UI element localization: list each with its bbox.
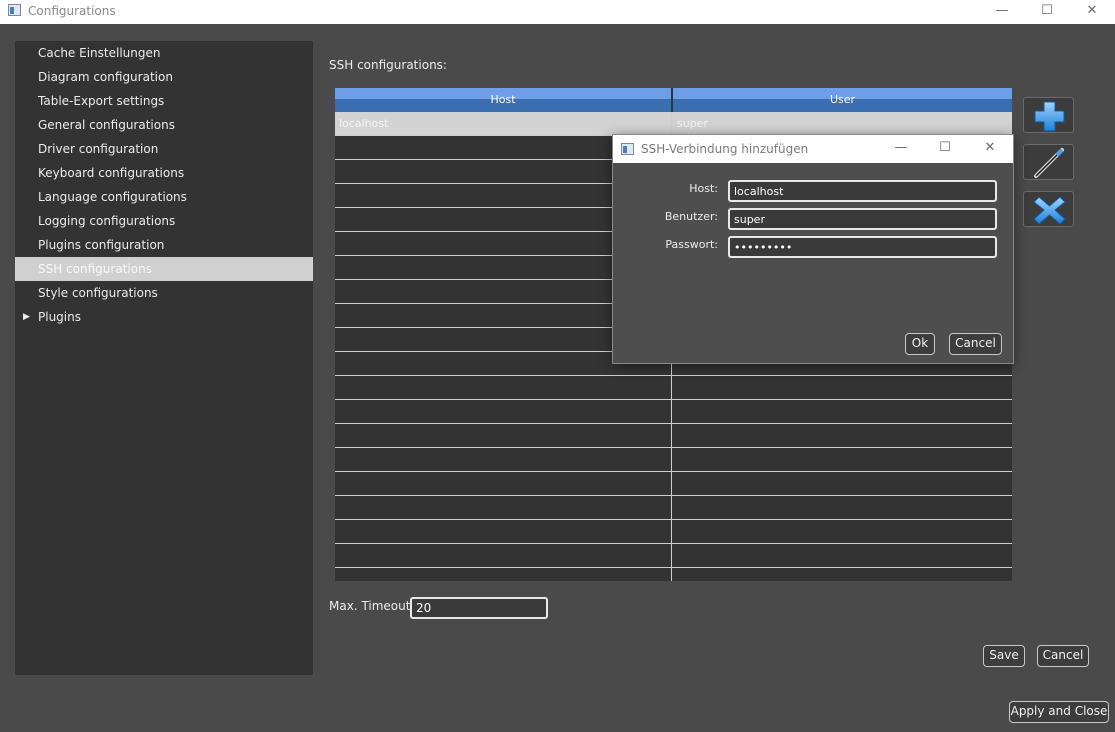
ok-button[interactable]: Ok xyxy=(905,333,935,355)
maximize-button[interactable]: ☐ xyxy=(1027,0,1067,24)
sidebar-item-label: Plugins configuration xyxy=(38,238,165,252)
window-titlebar: Configurations — ☐ ✕ xyxy=(0,0,1115,24)
sidebar-item-language[interactable]: Language configurations xyxy=(15,185,313,209)
close-window-button[interactable]: ✕ xyxy=(1072,0,1112,24)
dialog-titlebar: SSH-Verbindung hinzufügen — ☐ ✕ xyxy=(613,135,1013,163)
sidebar-item-label: Language configurations xyxy=(38,190,187,204)
table-row[interactable]: localhost super xyxy=(335,112,1012,136)
cancel-button[interactable]: Cancel xyxy=(1037,645,1089,667)
column-header-host[interactable]: Host xyxy=(335,88,671,112)
timeout-label: Max. Timeout: xyxy=(329,599,415,613)
sidebar-item-label: Style configurations xyxy=(38,286,158,300)
sidebar-item-label: General configurations xyxy=(38,118,175,132)
sidebar-item-driver[interactable]: Driver configuration xyxy=(15,137,313,161)
sidebar: Cache Einstellungen Diagram configuratio… xyxy=(15,41,313,675)
sidebar-item-plugins-config[interactable]: Plugins configuration xyxy=(15,233,313,257)
sidebar-item-general[interactable]: General configurations xyxy=(15,113,313,137)
edit-button[interactable] xyxy=(1023,144,1074,180)
sidebar-item-label: Keyboard configurations xyxy=(38,166,185,180)
plus-icon xyxy=(1034,101,1065,132)
pencil-icon xyxy=(1034,148,1064,178)
host-label: Host: xyxy=(689,182,718,195)
sidebar-item-label: Logging configurations xyxy=(38,214,176,228)
sidebar-item-cache[interactable]: Cache Einstellungen xyxy=(15,41,313,65)
sidebar-item-keyboard[interactable]: Keyboard configurations xyxy=(15,161,313,185)
column-header-user[interactable]: User xyxy=(673,88,1012,112)
table-row[interactable] xyxy=(335,376,1012,400)
dialog-minimize-button[interactable]: — xyxy=(881,135,921,163)
table-row[interactable] xyxy=(335,400,1012,424)
sidebar-item-label: Driver configuration xyxy=(38,142,159,156)
sidebar-item-label: SSH configurations xyxy=(38,262,152,276)
dialog-title: SSH-Verbindung hinzufügen xyxy=(641,142,809,156)
section-label: SSH configurations: xyxy=(329,58,447,72)
expand-arrow-icon[interactable]: ▶ xyxy=(23,305,30,329)
sidebar-item-logging[interactable]: Logging configurations xyxy=(15,209,313,233)
dialog-maximize-button[interactable]: ☐ xyxy=(925,135,965,163)
minimize-button[interactable]: — xyxy=(982,0,1022,24)
password-label: Passwort: xyxy=(665,238,718,251)
window-title: Configurations xyxy=(28,4,116,18)
user-input[interactable] xyxy=(728,208,997,230)
x-icon xyxy=(1033,196,1066,225)
delete-button[interactable] xyxy=(1023,191,1074,227)
table-row[interactable] xyxy=(335,472,1012,496)
dialog-close-button[interactable]: ✕ xyxy=(970,135,1010,163)
table-row[interactable] xyxy=(335,544,1012,568)
table-row[interactable] xyxy=(335,520,1012,544)
add-button[interactable] xyxy=(1023,97,1074,133)
save-button[interactable]: Save xyxy=(983,645,1025,667)
sidebar-item-label: Table-Export settings xyxy=(38,94,165,108)
app-icon xyxy=(8,4,21,16)
sidebar-item-label: Plugins xyxy=(38,310,81,324)
sidebar-item-label: Diagram configuration xyxy=(38,70,173,84)
table-header: Host User xyxy=(335,88,1012,112)
dialog-cancel-button[interactable]: Cancel xyxy=(949,333,1002,355)
sidebar-item-style[interactable]: Style configurations xyxy=(15,281,313,305)
table-row[interactable] xyxy=(335,424,1012,448)
user-label: Benutzer: xyxy=(664,210,718,223)
sidebar-item-plugins[interactable]: ▶ Plugins xyxy=(15,305,313,329)
password-input[interactable] xyxy=(728,236,997,258)
host-input[interactable] xyxy=(728,180,997,202)
sidebar-item-label: Cache Einstellungen xyxy=(38,46,161,60)
table-row[interactable] xyxy=(335,496,1012,520)
table-row[interactable] xyxy=(335,448,1012,472)
cell-user: super xyxy=(677,117,708,130)
timeout-input[interactable] xyxy=(410,597,548,619)
sidebar-item-ssh[interactable]: SSH configurations xyxy=(15,257,313,281)
sidebar-item-diagram[interactable]: Diagram configuration xyxy=(15,65,313,89)
ssh-dialog: SSH-Verbindung hinzufügen — ☐ ✕ Host: Be… xyxy=(612,134,1014,364)
apply-and-close-button[interactable]: Apply and Close xyxy=(1009,701,1109,723)
app-icon xyxy=(621,143,634,155)
cell-host: localhost xyxy=(339,117,389,130)
sidebar-item-table-export[interactable]: Table-Export settings xyxy=(15,89,313,113)
